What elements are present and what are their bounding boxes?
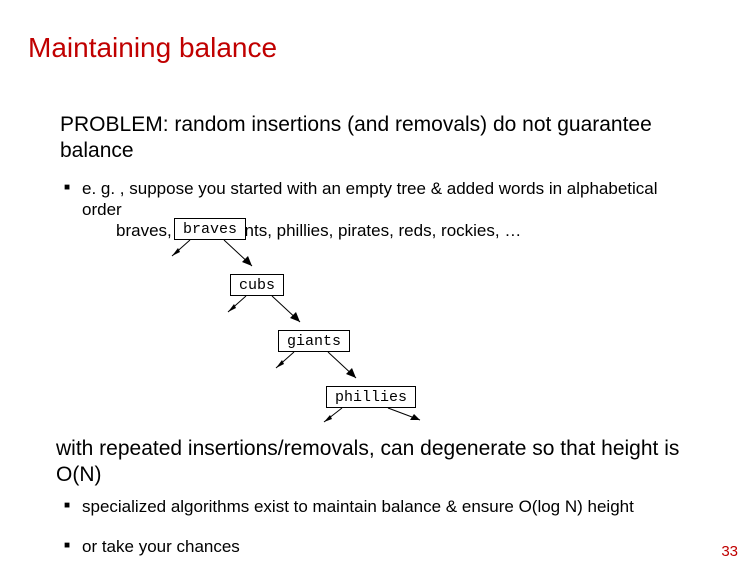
bullet-marker: ■ <box>64 500 70 513</box>
tree-node-braves: braves <box>174 218 246 240</box>
bullet-chances: ■ or take your chances <box>82 536 682 557</box>
arrow-left-1 <box>226 294 266 322</box>
bullet-specialized: ■ specialized algorithms exist to mainta… <box>82 496 682 517</box>
problem-statement: PROBLEM: random insertions (and removals… <box>60 112 680 165</box>
bullet-text: or take your chances <box>82 537 240 556</box>
bullet-marker: ■ <box>64 182 70 195</box>
tree-node-phillies: phillies <box>326 386 416 408</box>
arrow-right-3 <box>386 406 432 428</box>
arrow-right-2 <box>326 350 376 390</box>
page-number: 33 <box>721 543 738 560</box>
bullet-text: specialized algorithms exist to maintain… <box>82 497 634 516</box>
arrow-right-0 <box>222 238 272 278</box>
tree-node-cubs: cubs <box>230 274 284 296</box>
bullet-text: e. g. , suppose you started with an empt… <box>82 179 658 219</box>
conclusion-text: with repeated insertions/removals, can d… <box>56 436 696 489</box>
tree-node-giants: giants <box>278 330 350 352</box>
arrow-left-3 <box>322 406 362 428</box>
bullet-example-intro: ■ e. g. , suppose you started with an em… <box>82 178 682 221</box>
tree-diagram: braves cubs giants phillies <box>160 218 560 428</box>
arrow-left-2 <box>274 350 314 378</box>
slide-title: Maintaining balance <box>28 32 277 64</box>
arrow-right-1 <box>270 294 320 334</box>
bullet-marker: ■ <box>64 540 70 553</box>
